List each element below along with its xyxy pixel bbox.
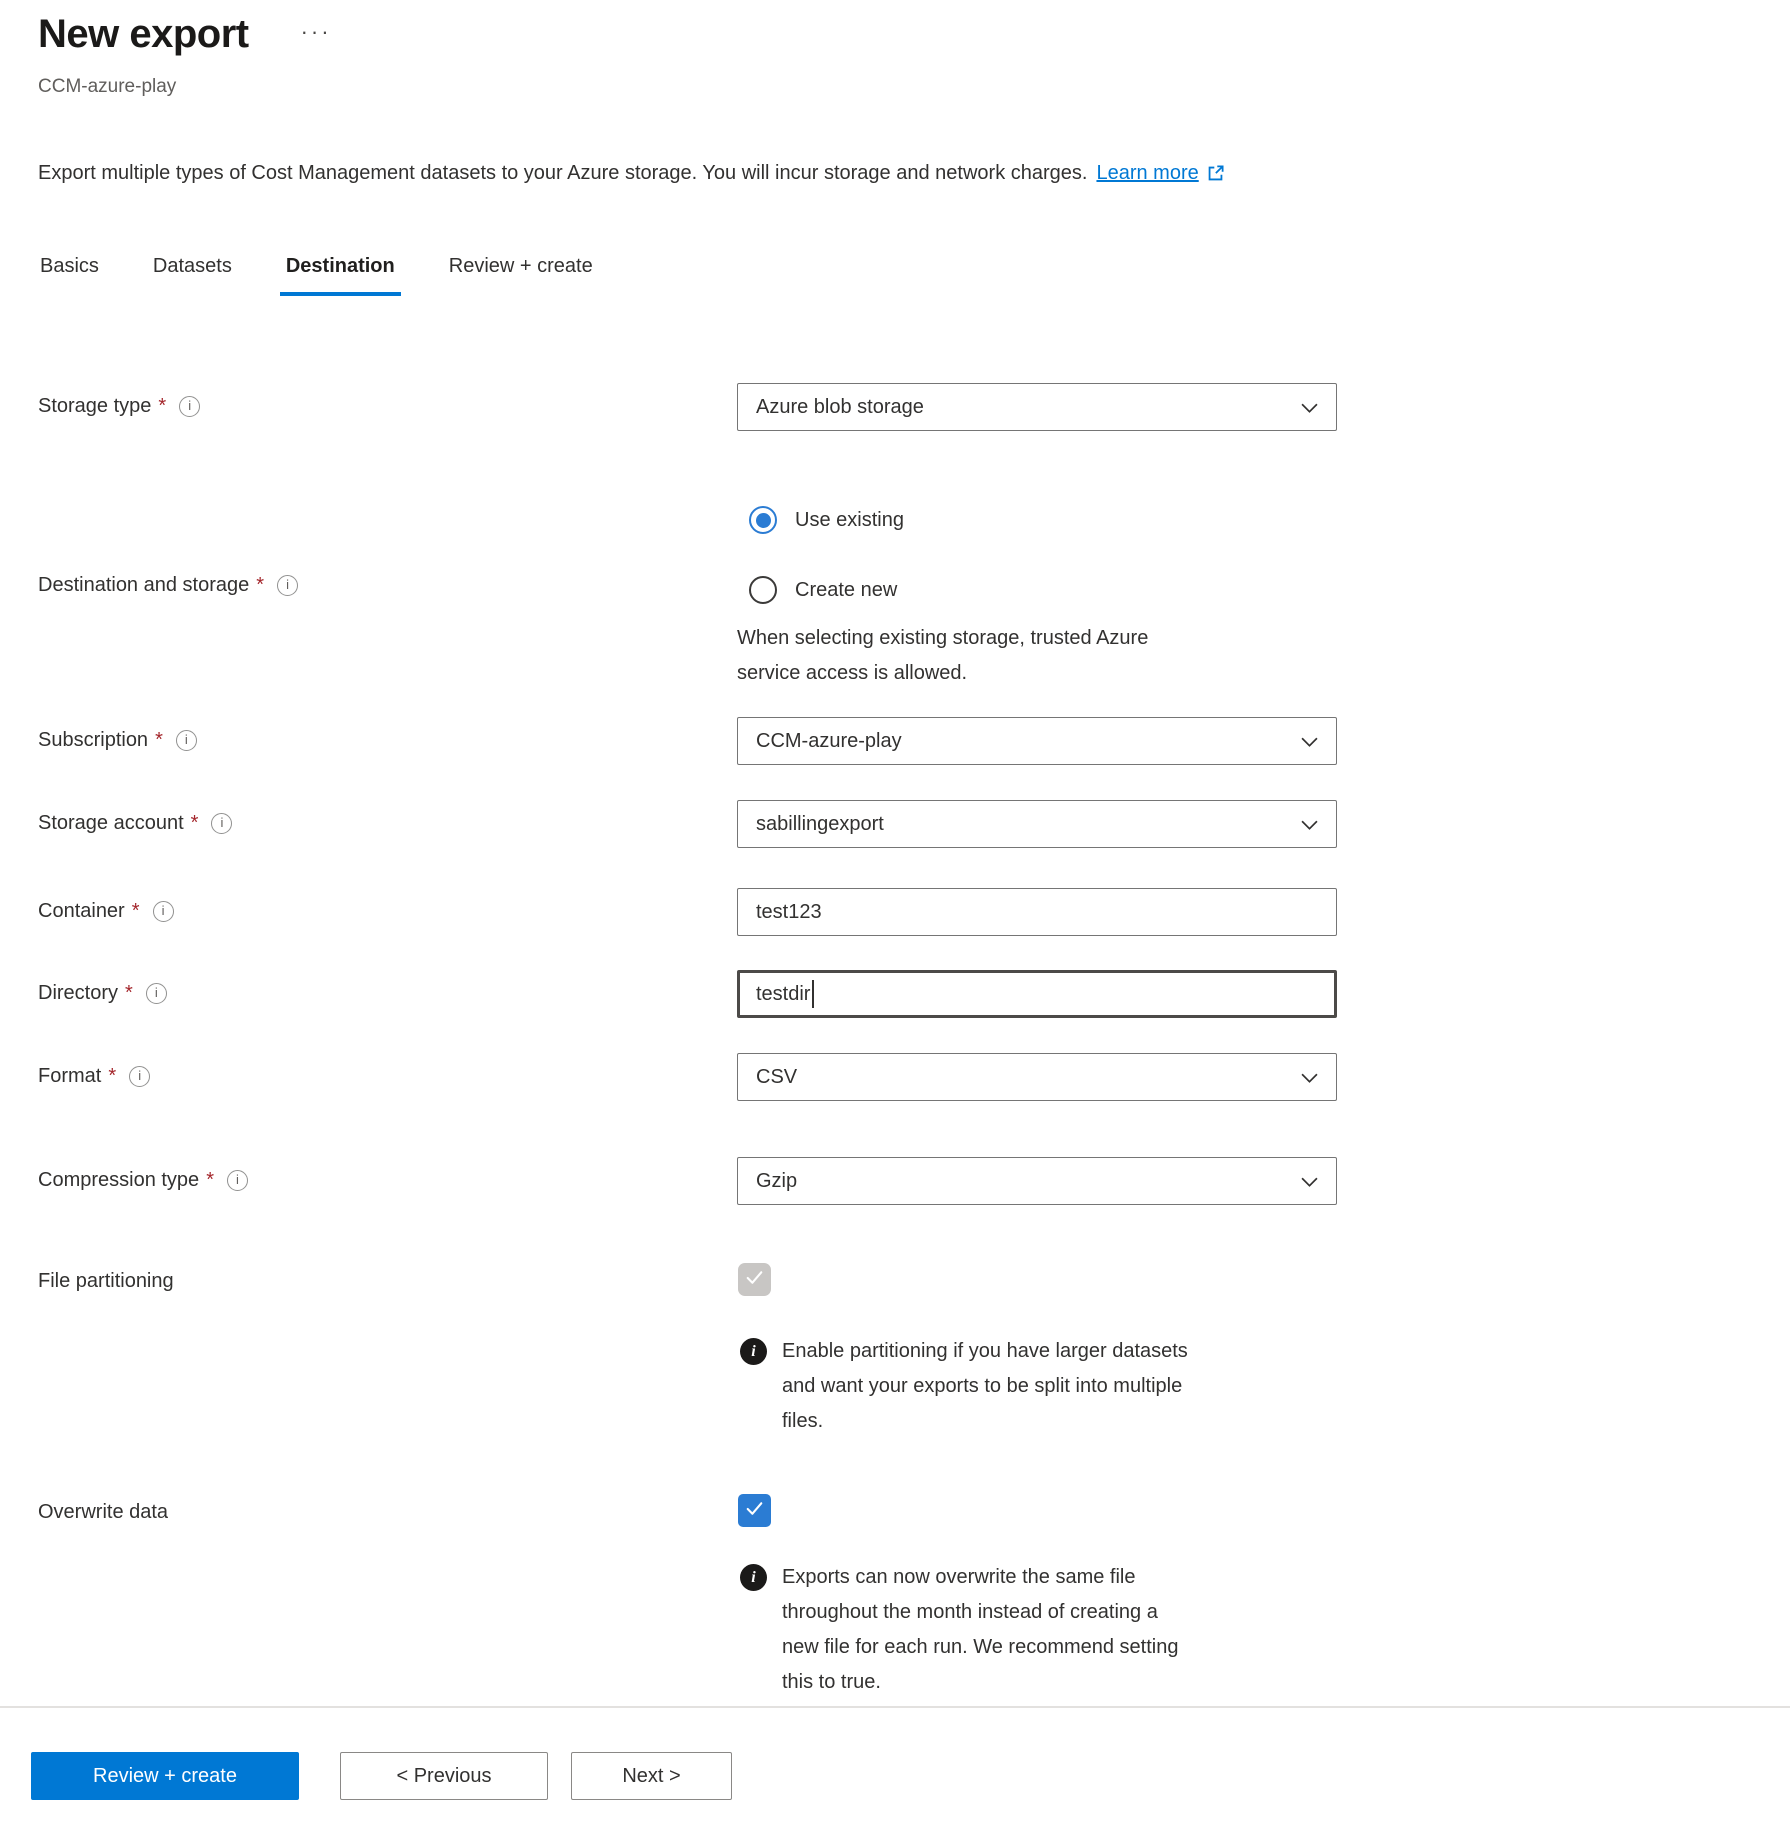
page-title: New export bbox=[38, 12, 249, 57]
storage-account-value: sabillingexport bbox=[756, 813, 884, 836]
required-asterisk: * bbox=[108, 1063, 116, 1089]
radio-use-existing[interactable]: Use existing bbox=[749, 506, 904, 534]
chevron-down-icon bbox=[1301, 1066, 1318, 1089]
file-partitioning-checkbox bbox=[738, 1263, 771, 1296]
active-tab-underline bbox=[280, 292, 401, 296]
required-asterisk: * bbox=[256, 572, 264, 598]
review-create-button[interactable]: Review + create bbox=[31, 1752, 299, 1800]
file-partitioning-info-text: Enable partitioning if you have larger d… bbox=[782, 1334, 1188, 1439]
footer-divider bbox=[0, 1706, 1790, 1708]
radio-unselected-icon bbox=[749, 576, 777, 604]
header: New export ··· bbox=[38, 12, 332, 57]
chevron-down-icon bbox=[1301, 396, 1318, 419]
new-export-blade: New export ··· CCM-azure-play Export mul… bbox=[0, 0, 1790, 1832]
subscription-dropdown[interactable]: CCM-azure-play bbox=[737, 717, 1337, 765]
tab-destination[interactable]: Destination bbox=[286, 255, 395, 296]
info-icon[interactable]: i bbox=[176, 730, 197, 751]
description-text: Export multiple types of Cost Management… bbox=[38, 162, 1087, 185]
overwrite-data-label: Overwrite data bbox=[38, 1499, 168, 1525]
tab-review-create[interactable]: Review + create bbox=[449, 255, 593, 296]
text-cursor bbox=[812, 980, 814, 1008]
overwrite-data-checkbox[interactable] bbox=[738, 1494, 771, 1527]
directory-label: Directory * i bbox=[38, 980, 167, 1006]
wizard-tabs: Basics Datasets Destination Review + cre… bbox=[40, 255, 593, 296]
container-input[interactable]: test123 bbox=[737, 888, 1337, 936]
required-asterisk: * bbox=[158, 393, 166, 419]
radio-create-new[interactable]: Create new bbox=[749, 576, 897, 604]
tab-destination-label: Destination bbox=[286, 255, 395, 277]
checkmark-icon bbox=[743, 1497, 766, 1525]
storage-type-dropdown[interactable]: Azure blob storage bbox=[737, 383, 1337, 431]
required-asterisk: * bbox=[191, 810, 199, 836]
chevron-down-icon bbox=[1301, 730, 1318, 753]
overwrite-data-info: i Exports can now overwrite the same fil… bbox=[740, 1560, 1178, 1700]
info-icon[interactable]: i bbox=[129, 1066, 150, 1087]
info-badge-icon: i bbox=[740, 1564, 767, 1591]
destination-and-storage-label: Destination and storage * i bbox=[38, 572, 298, 598]
external-link-icon[interactable] bbox=[1206, 164, 1225, 183]
tab-datasets[interactable]: Datasets bbox=[153, 255, 232, 296]
radio-use-existing-label: Use existing bbox=[795, 509, 904, 532]
existing-storage-helper-text: When selecting existing storage, trusted… bbox=[737, 621, 1148, 691]
info-icon[interactable]: i bbox=[146, 983, 167, 1004]
next-button[interactable]: Next > bbox=[571, 1752, 732, 1800]
directory-value: testdir bbox=[756, 983, 810, 1006]
compression-type-value: Gzip bbox=[756, 1170, 797, 1193]
radio-create-new-label: Create new bbox=[795, 579, 897, 602]
blade-description: Export multiple types of Cost Management… bbox=[38, 162, 1225, 185]
info-icon[interactable]: i bbox=[211, 813, 232, 834]
storage-account-label: Storage account * i bbox=[38, 810, 232, 836]
storage-type-value: Azure blob storage bbox=[756, 396, 924, 419]
format-value: CSV bbox=[756, 1066, 797, 1089]
format-dropdown[interactable]: CSV bbox=[737, 1053, 1337, 1101]
chevron-down-icon bbox=[1301, 1170, 1318, 1193]
previous-button[interactable]: < Previous bbox=[340, 1752, 548, 1800]
container-label: Container * i bbox=[38, 898, 174, 924]
file-partitioning-label: File partitioning bbox=[38, 1268, 174, 1294]
required-asterisk: * bbox=[132, 898, 140, 924]
file-partitioning-info: i Enable partitioning if you have larger… bbox=[740, 1334, 1188, 1439]
info-icon[interactable]: i bbox=[277, 575, 298, 596]
subscription-breadcrumb: CCM-azure-play bbox=[38, 76, 176, 98]
format-label: Format * i bbox=[38, 1063, 150, 1089]
chevron-down-icon bbox=[1301, 813, 1318, 836]
more-options-icon[interactable]: ··· bbox=[301, 19, 332, 45]
tab-basics[interactable]: Basics bbox=[40, 255, 99, 296]
container-value: test123 bbox=[756, 901, 822, 924]
subscription-label: Subscription * i bbox=[38, 727, 197, 753]
compression-type-label: Compression type * i bbox=[38, 1167, 248, 1193]
info-icon[interactable]: i bbox=[227, 1170, 248, 1191]
required-asterisk: * bbox=[155, 727, 163, 753]
info-icon[interactable]: i bbox=[153, 901, 174, 922]
compression-type-dropdown[interactable]: Gzip bbox=[737, 1157, 1337, 1205]
info-badge-icon: i bbox=[740, 1338, 767, 1365]
required-asterisk: * bbox=[125, 980, 133, 1006]
storage-type-label: Storage type * i bbox=[38, 393, 200, 419]
overwrite-data-info-text: Exports can now overwrite the same file … bbox=[782, 1560, 1178, 1700]
radio-selected-icon bbox=[749, 506, 777, 534]
checkmark-icon bbox=[743, 1266, 766, 1294]
subscription-value: CCM-azure-play bbox=[756, 730, 902, 753]
required-asterisk: * bbox=[206, 1167, 214, 1193]
directory-input[interactable]: testdir bbox=[737, 970, 1337, 1018]
storage-account-dropdown[interactable]: sabillingexport bbox=[737, 800, 1337, 848]
learn-more-link[interactable]: Learn more bbox=[1096, 162, 1198, 185]
info-icon[interactable]: i bbox=[179, 396, 200, 417]
